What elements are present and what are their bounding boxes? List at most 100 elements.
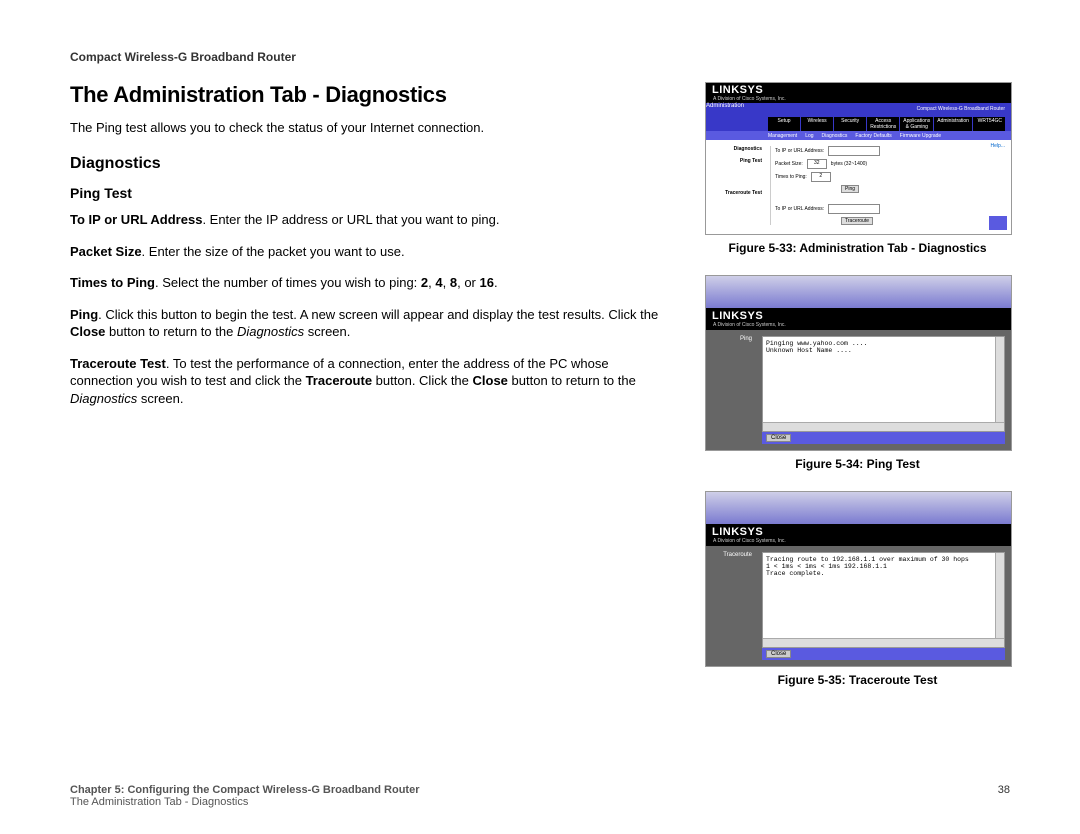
side-diag: Diagnostics xyxy=(708,146,762,152)
close-bar2: Close xyxy=(762,648,1005,660)
side-ping: Ping Test xyxy=(708,158,762,164)
text-times: . Select the number of times you wish to… xyxy=(155,275,421,290)
para-packet: Packet Size. Enter the size of the packe… xyxy=(70,243,675,261)
para-ping: Ping. Click this button to begin the tes… xyxy=(70,306,675,341)
ping-button[interactable]: Ping xyxy=(841,185,859,193)
subtab-factory[interactable]: Factory Defaults xyxy=(855,133,891,139)
close-label: Close xyxy=(70,324,105,339)
diag-italic2: Diagnostics xyxy=(70,391,137,406)
caption-2: Figure 5-34: Ping Test xyxy=(705,457,1010,471)
shot-body: Help... Diagnostics Ping Test Traceroute… xyxy=(706,140,1011,234)
val-8: 8 xyxy=(450,275,457,290)
subtab-log[interactable]: Log xyxy=(805,133,813,139)
tab-setup[interactable]: Setup xyxy=(768,117,800,131)
trace-side-tag: Traceroute xyxy=(708,552,752,558)
trace-line1: Tracing route to 192.168.1.1 over maximu… xyxy=(766,556,1001,563)
close-button2[interactable]: Close xyxy=(766,650,791,658)
text-trace2: button. Click the xyxy=(372,373,472,388)
text-ip: . Enter the IP address or URL that you w… xyxy=(202,212,499,227)
text-packet: . Enter the size of the packet you want … xyxy=(142,244,405,259)
linksys-topbar2: LINKSYS A Division of Cisco Systems, Inc… xyxy=(706,308,1011,330)
text-ping3: screen. xyxy=(304,324,350,339)
label-packet: Packet Size xyxy=(70,244,142,259)
close-label2: Close xyxy=(473,373,508,388)
subtab-firmware[interactable]: Firmware Upgrade xyxy=(900,133,941,139)
trace-line3: Trace complete. xyxy=(766,570,1001,577)
tab-admin[interactable]: Administration xyxy=(934,117,972,131)
text-ping2: button to return to the xyxy=(105,324,237,339)
form-area: To IP or URL Address: Packet Size: 32 byte… xyxy=(770,146,1005,225)
section-title: The Administration Tab - Diagnostics xyxy=(70,82,675,108)
side-trace: Traceroute Test xyxy=(708,190,762,196)
ping-side-tag: Ping xyxy=(708,336,752,342)
subtab-mgmt[interactable]: Management xyxy=(768,133,797,139)
trace-label: Traceroute xyxy=(306,373,372,388)
cisco-icon xyxy=(989,216,1007,230)
para-trace: Traceroute Test. To test the performance… xyxy=(70,355,675,408)
model-label: WRT54GC xyxy=(975,117,1005,125)
document-page: Compact Wireless-G Broadband Router The … xyxy=(0,0,1080,737)
text-or: , or xyxy=(457,275,479,290)
linksys-topbar3: LINKSYS A Division of Cisco Systems, Inc… xyxy=(706,524,1011,546)
tab-access[interactable]: Access Restrictions xyxy=(867,117,899,131)
close-button[interactable]: Close xyxy=(766,434,791,442)
linksys-division3: A Division of Cisco Systems, Inc. xyxy=(713,538,786,544)
tab-apps[interactable]: Applications & Gaming xyxy=(900,117,933,131)
trace-body: Traceroute Tracing route to 192.168.1.1 … xyxy=(706,546,1011,666)
main-tabs: Setup Wireless Security Access Restricti… xyxy=(768,117,1005,131)
label-ping: Ping xyxy=(70,307,98,322)
side-labels: Diagnostics Ping Test Traceroute Test xyxy=(708,146,762,210)
text-ping1: . Click this button to begin the test. A… xyxy=(98,307,658,322)
scrollbar-v[interactable] xyxy=(995,337,1004,431)
tab-security[interactable]: Security xyxy=(834,117,866,131)
sub-tabs: Management Log Diagnostics Factory Defau… xyxy=(706,131,1011,140)
ip2-input[interactable] xyxy=(828,204,880,214)
page-number: 38 xyxy=(998,784,1010,796)
times-select[interactable]: 2 xyxy=(811,172,831,182)
caption-3: Figure 5-35: Traceroute Test xyxy=(705,673,1010,687)
pkt-input[interactable]: 32 xyxy=(807,159,827,169)
linksys-logo2: LINKSYS xyxy=(712,310,786,322)
ip-input[interactable] xyxy=(828,146,880,156)
scrollbar-v2[interactable] xyxy=(995,553,1004,647)
help-link[interactable]: Help... xyxy=(991,143,1005,149)
para-ip: To IP or URL Address. Enter the IP addre… xyxy=(70,211,675,229)
traceroute-button[interactable]: Traceroute xyxy=(841,217,873,225)
left-column: The Administration Tab - Diagnostics The… xyxy=(70,82,675,707)
scrollbar-h[interactable] xyxy=(763,422,1004,431)
label-ip: To IP or URL Address xyxy=(70,212,202,227)
footer-sub: The Administration Tab - Diagnostics xyxy=(70,796,1010,808)
linksys-division2: A Division of Cisco Systems, Inc. xyxy=(713,322,786,328)
caption-1: Figure 5-33: Administration Tab - Diagno… xyxy=(705,241,1010,255)
grad-bar2 xyxy=(706,492,1011,524)
tab-wireless[interactable]: Wireless xyxy=(801,117,833,131)
subtab-diag[interactable]: Diagnostics xyxy=(822,133,848,139)
linksys-logo3: LINKSYS xyxy=(712,526,786,538)
right-column: LINKSYS A Division of Cisco Systems, Inc… xyxy=(705,82,1010,707)
times-label: Times to Ping: xyxy=(775,174,807,180)
label-times: Times to Ping xyxy=(70,275,155,290)
footer-chapter: Chapter 5: Configuring the Compact Wirel… xyxy=(70,784,419,796)
trace-line2: 1 < 1ms < 1ms < 1ms 192.168.1.1 xyxy=(766,563,1001,570)
ip2-label: To IP or URL Address: xyxy=(775,206,824,212)
page-footer: 38 Chapter 5: Configuring the Compact Wi… xyxy=(70,784,1010,808)
para-times: Times to Ping. Select the number of time… xyxy=(70,274,675,292)
val-4: 4 xyxy=(435,275,442,290)
pkt-hint: bytes (32~1400) xyxy=(831,161,867,167)
ping-test-heading: Ping Test xyxy=(70,185,675,201)
text-trace4: screen. xyxy=(137,391,183,406)
blue-bar: Compact Wireless-G Broadband Router Admi… xyxy=(706,103,1011,131)
doc-header: Compact Wireless-G Broadband Router xyxy=(70,50,1010,64)
pkt-label: Packet Size: xyxy=(775,161,803,167)
trace-result: Tracing route to 192.168.1.1 over maximu… xyxy=(762,552,1005,648)
content-row: The Administration Tab - Diagnostics The… xyxy=(70,82,1010,707)
grad-bar xyxy=(706,276,1011,308)
ip-label: To IP or URL Address: xyxy=(775,148,824,154)
diagnostics-heading: Diagnostics xyxy=(70,155,675,173)
val-16: 16 xyxy=(480,275,494,290)
scrollbar-h2[interactable] xyxy=(763,638,1004,647)
linksys-logo: LINKSYS xyxy=(712,84,786,96)
product-name: Compact Wireless-G Broadband Router xyxy=(917,106,1005,112)
ping-line1: Pinging www.yahoo.com .... xyxy=(766,340,1001,347)
close-bar: Close xyxy=(762,432,1005,444)
